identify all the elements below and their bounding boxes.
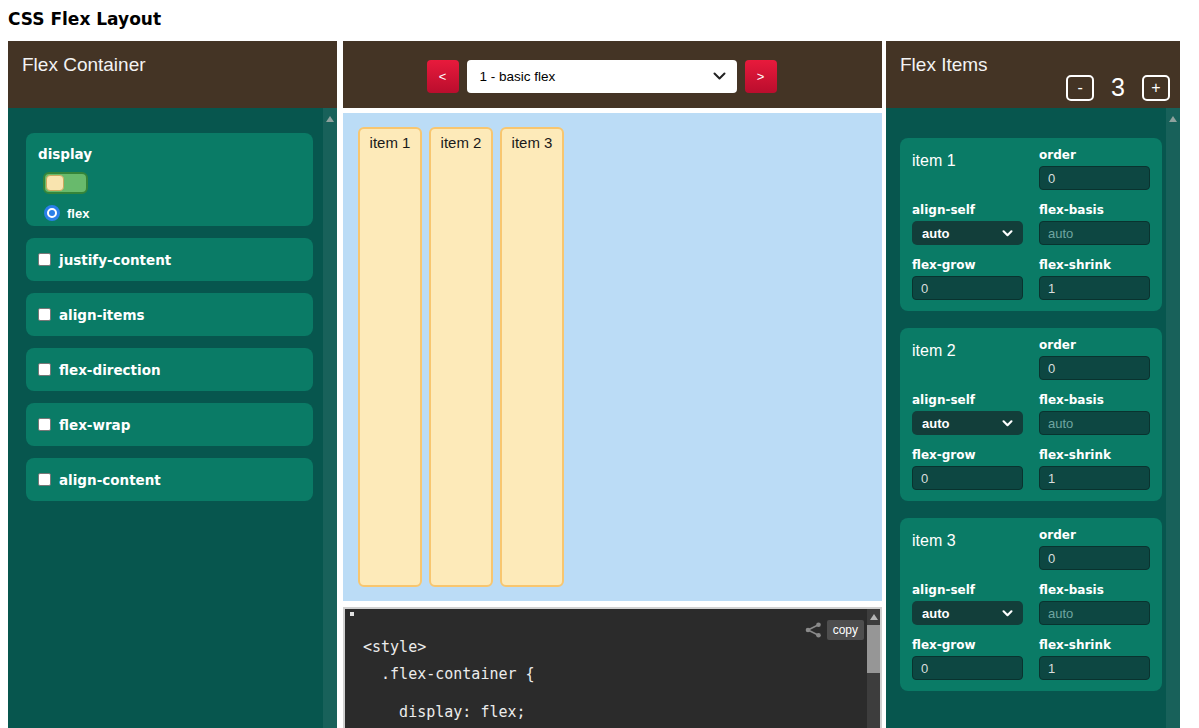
add-item-button[interactable]: + <box>1142 75 1170 101</box>
align-self-field: align-selfauto <box>912 584 1023 625</box>
align-content-checkbox[interactable] <box>38 473 51 486</box>
scroll-up-icon <box>1169 116 1177 122</box>
flex-wrap-checkbox[interactable] <box>38 418 51 431</box>
flex-basis-field: flex-basis <box>1039 394 1150 435</box>
item-counter: - 3 + <box>1066 73 1170 102</box>
flex-basis-field: flex-basis <box>1039 584 1150 625</box>
code-line <box>363 684 535 703</box>
flex-shrink-field: flex-shrink <box>1039 639 1150 680</box>
flex-grow-input[interactable] <box>912 466 1023 490</box>
copy-button[interactable]: copy <box>827 620 864 640</box>
justify-content-checkbox[interactable] <box>38 253 51 266</box>
flex-container-body: display flex justify-content align-items f… <box>8 108 337 728</box>
align-self-field: align-selfauto <box>912 394 1023 435</box>
toggle-knob <box>46 175 64 191</box>
flex-items-header: Flex Items - 3 + <box>886 41 1180 108</box>
item-name: item 3 <box>912 529 1023 570</box>
chevron-down-icon <box>713 72 726 80</box>
flex-shrink-input[interactable] <box>1039 276 1150 300</box>
flex-container-title: Flex Container <box>22 54 146 75</box>
order-field: order <box>1039 149 1150 190</box>
display-label: display <box>38 146 301 162</box>
align-self-select[interactable]: auto <box>912 221 1023 245</box>
example-select[interactable]: 1 - basic flex <box>467 60 737 93</box>
flex-grow-input[interactable] <box>912 276 1023 300</box>
align-self-select[interactable]: auto <box>912 601 1023 625</box>
flex-shrink-field: flex-shrink <box>1039 259 1150 300</box>
flex-basis-input[interactable] <box>1039 601 1150 625</box>
remove-item-button[interactable]: - <box>1066 75 1094 101</box>
flex-grow-field: flex-grow <box>912 639 1023 680</box>
code-bullet <box>350 612 354 616</box>
align-self-field: align-selfauto <box>912 204 1023 245</box>
example-select-value: 1 - basic flex <box>480 69 713 84</box>
align-items-checkbox[interactable] <box>38 308 51 321</box>
flex-shrink-input[interactable] <box>1039 466 1150 490</box>
right-scrollbar[interactable] <box>1166 108 1180 728</box>
chevron-down-icon <box>1002 610 1013 617</box>
app: Flex Container display flex justify-cont… <box>8 41 1199 728</box>
align-self-select[interactable]: auto <box>912 411 1023 435</box>
next-example-button[interactable]: > <box>745 60 777 93</box>
prev-example-button[interactable]: < <box>427 60 459 93</box>
flex-shrink-input[interactable] <box>1039 656 1150 680</box>
scroll-up-icon <box>870 614 878 620</box>
flex-items-body: item 1 order align-selfauto flex-basis flex-… <box>886 108 1180 728</box>
preview-column: < 1 - basic flex > item 1item 2item 3 co… <box>343 41 882 728</box>
flex-basis-input[interactable] <box>1039 221 1150 245</box>
item-panel-2: item 2 order align-selfauto flex-basis flex-… <box>900 328 1162 501</box>
flex-preview-container: item 1item 2item 3 <box>343 113 882 601</box>
flex-direction-checkbox[interactable] <box>38 363 51 376</box>
code-panel: copy <style> .flex-container { display: … <box>343 607 882 728</box>
preview-header: < 1 - basic flex > <box>343 41 882 108</box>
page-title: CSS Flex Layout <box>0 0 1199 41</box>
left-scrollbar[interactable] <box>323 108 337 728</box>
flex-grow-field: flex-grow <box>912 259 1023 300</box>
preview-flex-item: item 2 <box>429 127 493 587</box>
code-text: <style> .flex-container { display: flex; <box>363 638 535 722</box>
property-list: justify-content align-items flex-direction… <box>26 238 313 501</box>
flex-container-column: Flex Container display flex justify-cont… <box>8 41 337 728</box>
scroll-up-icon <box>326 116 334 122</box>
preview-flex-item: item 1 <box>358 127 422 587</box>
order-field: order <box>1039 529 1150 570</box>
scroll-thumb[interactable] <box>867 625 880 673</box>
flex-grow-field: flex-grow <box>912 449 1023 490</box>
preview-flex-item: item 3 <box>500 127 564 587</box>
code-line: display: flex; <box>363 703 535 722</box>
property-panel-justify-content[interactable]: justify-content <box>26 238 313 281</box>
property-panel-flex-wrap[interactable]: flex-wrap <box>26 403 313 446</box>
code-line: .flex-container { <box>363 665 535 684</box>
display-panel: display flex <box>26 133 313 226</box>
code-line: <style> <box>363 638 535 657</box>
flex-items-column: Flex Items - 3 + item 1 order align-selfau… <box>886 41 1180 728</box>
property-panel-align-content[interactable]: align-content <box>26 458 313 501</box>
item-panel-1: item 1 order align-selfauto flex-basis flex-… <box>900 138 1162 311</box>
flex-shrink-field: flex-shrink <box>1039 449 1150 490</box>
item-panel-list: item 1 order align-selfauto flex-basis flex-… <box>900 138 1162 691</box>
flex-container-header: Flex Container <box>8 41 337 108</box>
order-input[interactable] <box>1039 166 1150 190</box>
flex-grow-input[interactable] <box>912 656 1023 680</box>
flex-items-title: Flex Items <box>900 54 988 75</box>
flex-basis-input[interactable] <box>1039 411 1150 435</box>
flex-basis-field: flex-basis <box>1039 204 1150 245</box>
item-name: item 2 <box>912 339 1023 380</box>
item-count: 3 <box>1111 73 1125 102</box>
chevron-down-icon <box>1002 420 1013 427</box>
order-input[interactable] <box>1039 546 1150 570</box>
flex-radio-label: flex <box>67 206 89 221</box>
display-toggle[interactable] <box>43 172 88 194</box>
order-input[interactable] <box>1039 356 1150 380</box>
property-panel-flex-direction[interactable]: flex-direction <box>26 348 313 391</box>
order-field: order <box>1039 339 1150 380</box>
share-icon[interactable] <box>805 622 822 638</box>
item-name: item 1 <box>912 149 1023 190</box>
code-scrollbar[interactable] <box>867 609 880 728</box>
property-panel-align-items[interactable]: align-items <box>26 293 313 336</box>
flex-radio[interactable] <box>44 205 60 221</box>
chevron-down-icon <box>1002 230 1013 237</box>
item-panel-3: item 3 order align-selfauto flex-basis flex-… <box>900 518 1162 691</box>
